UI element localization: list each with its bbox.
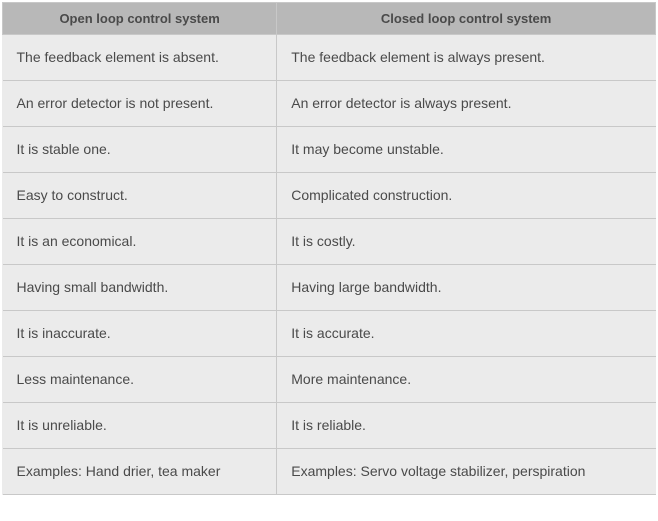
cell-closed: It is accurate. <box>277 311 656 357</box>
cell-open: It is an economical. <box>3 219 277 265</box>
table-row: An error detector is not present. An err… <box>3 81 656 127</box>
table-row: Examples: Hand drier, tea maker Examples… <box>3 449 656 495</box>
cell-closed: Having large bandwidth. <box>277 265 656 311</box>
cell-open: Having small bandwidth. <box>3 265 277 311</box>
table-row: It is unreliable. It is reliable. <box>3 403 656 449</box>
table-row: It is stable one. It may become unstable… <box>3 127 656 173</box>
cell-closed: The feedback element is always present. <box>277 35 656 81</box>
cell-closed: More maintenance. <box>277 357 656 403</box>
table-body: The feedback element is absent. The feed… <box>3 35 656 495</box>
cell-closed: Examples: Servo voltage stabilizer, pers… <box>277 449 656 495</box>
table-row: Easy to construct. Complicated construct… <box>3 173 656 219</box>
cell-closed: It may become unstable. <box>277 127 656 173</box>
cell-open: Less maintenance. <box>3 357 277 403</box>
cell-open: It is inaccurate. <box>3 311 277 357</box>
cell-closed: Complicated construction. <box>277 173 656 219</box>
table-row: It is an economical. It is costly. <box>3 219 656 265</box>
table-row: It is inaccurate. It is accurate. <box>3 311 656 357</box>
cell-open: An error detector is not present. <box>3 81 277 127</box>
table-row: Less maintenance. More maintenance. <box>3 357 656 403</box>
table-header: Open loop control system Closed loop con… <box>3 3 656 35</box>
column-header-closed-loop: Closed loop control system <box>277 3 656 35</box>
cell-closed: An error detector is always present. <box>277 81 656 127</box>
cell-open: Examples: Hand drier, tea maker <box>3 449 277 495</box>
column-header-open-loop: Open loop control system <box>3 3 277 35</box>
table-row: Having small bandwidth. Having large ban… <box>3 265 656 311</box>
cell-closed: It is costly. <box>277 219 656 265</box>
cell-closed: It is reliable. <box>277 403 656 449</box>
cell-open: It is unreliable. <box>3 403 277 449</box>
header-row: Open loop control system Closed loop con… <box>3 3 656 35</box>
cell-open: The feedback element is absent. <box>3 35 277 81</box>
cell-open: It is stable one. <box>3 127 277 173</box>
cell-open: Easy to construct. <box>3 173 277 219</box>
table-row: The feedback element is absent. The feed… <box>3 35 656 81</box>
comparison-table: Open loop control system Closed loop con… <box>2 2 656 495</box>
